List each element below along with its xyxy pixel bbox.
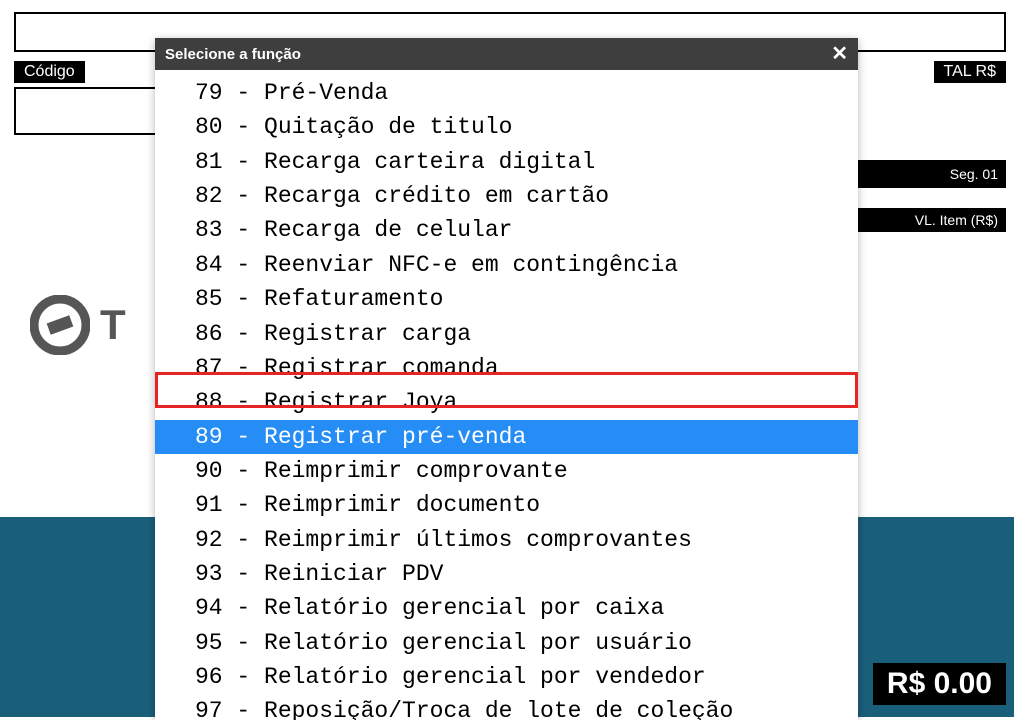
- function-item-85[interactable]: 85 - Refaturamento: [155, 282, 858, 316]
- function-item-92[interactable]: 92 - Reimprimir últimos comprovantes: [155, 523, 858, 557]
- modal-header: Selecione a função ✕: [155, 38, 858, 70]
- total-display: R$ 0.00: [873, 663, 1006, 705]
- logo-icon: [30, 295, 90, 355]
- vl-item-label: VL. Item (R$): [856, 208, 1006, 232]
- function-item-83[interactable]: 83 - Recarga de celular: [155, 213, 858, 247]
- function-item-84[interactable]: 84 - Reenviar NFC-e em contingência: [155, 248, 858, 282]
- function-item-94[interactable]: 94 - Relatório gerencial por caixa: [155, 591, 858, 625]
- function-modal: Selecione a função ✕ 79 - Pré-Venda80 - …: [155, 38, 858, 720]
- function-item-80[interactable]: 80 - Quitação de titulo: [155, 110, 858, 144]
- function-item-86[interactable]: 86 - Registrar carga: [155, 317, 858, 351]
- function-item-79[interactable]: 79 - Pré-Venda: [155, 76, 858, 110]
- function-item-89[interactable]: 89 - Registrar pré-venda: [155, 420, 858, 454]
- function-item-81[interactable]: 81 - Recarga carteira digital: [155, 145, 858, 179]
- function-item-90[interactable]: 90 - Reimprimir comprovante: [155, 454, 858, 488]
- close-icon[interactable]: ✕: [831, 44, 848, 64]
- function-item-97[interactable]: 97 - Reposição/Troca de lote de coleção: [155, 694, 858, 720]
- function-item-87[interactable]: 87 - Registrar comanda: [155, 351, 858, 385]
- total-label: TAL R$: [934, 61, 1006, 83]
- codigo-label: Código: [14, 61, 85, 83]
- function-list[interactable]: 79 - Pré-Venda80 - Quitação de titulo81 …: [155, 70, 858, 720]
- logo: T: [30, 295, 126, 355]
- seg-label: Seg. 01: [856, 160, 1006, 188]
- function-item-95[interactable]: 95 - Relatório gerencial por usuário: [155, 626, 858, 660]
- function-item-91[interactable]: 91 - Reimprimir documento: [155, 488, 858, 522]
- function-item-88[interactable]: 88 - Registrar Joya: [155, 385, 858, 419]
- function-item-96[interactable]: 96 - Relatório gerencial por vendedor: [155, 660, 858, 694]
- function-item-93[interactable]: 93 - Reiniciar PDV: [155, 557, 858, 591]
- modal-title: Selecione a função: [165, 46, 301, 63]
- logo-text: T: [100, 301, 126, 349]
- function-item-82[interactable]: 82 - Recarga crédito em cartão: [155, 179, 858, 213]
